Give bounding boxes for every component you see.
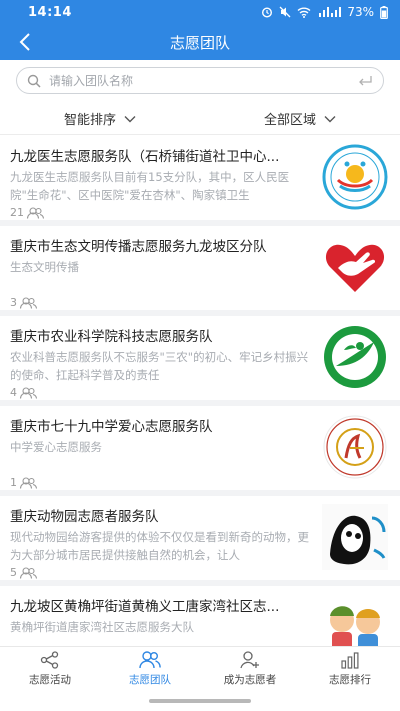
team-description: 黄桷坪街道唐家湾社区志愿服务大队 xyxy=(10,620,194,634)
agriculture-academy-logo xyxy=(324,326,386,388)
region-filter[interactable]: 全部区域 xyxy=(200,103,400,134)
team-list-item[interactable]: 重庆动物园志愿者服务队 现代动物园给游客提供的体验不仅仅是看到新奇的动物，更为大… xyxy=(0,496,400,586)
status-bar: 14:14 73% xyxy=(0,0,400,24)
member-count: 3 xyxy=(10,296,37,309)
tab-volunteer-teams[interactable]: 志愿团队 xyxy=(100,647,200,691)
member-count: 4 xyxy=(10,386,37,399)
tab-label: 志愿活动 xyxy=(29,674,71,686)
signal-icon xyxy=(319,7,342,17)
team-name: 九龙医生志愿服务队（石桥铺街道社卫中心... xyxy=(10,149,280,165)
members-icon xyxy=(19,476,37,489)
school-79-logo xyxy=(323,415,387,479)
team-list-item[interactable]: 重庆市农业科学院科技志愿服务队 农业科普志愿服务队不忘服务"三农"的初心、牢记乡… xyxy=(0,316,400,406)
team-name: 重庆市七十九中学爱心志愿服务队 xyxy=(10,419,213,435)
cartoon-kids-logo xyxy=(330,606,380,646)
back-arrow-icon xyxy=(19,33,30,51)
back-button[interactable] xyxy=(12,28,38,56)
tab-label: 志愿团队 xyxy=(129,674,171,686)
tab-volunteer-activities[interactable]: 志愿活动 xyxy=(0,647,100,691)
battery-text: 73% xyxy=(347,5,374,19)
team-list-item[interactable]: 重庆市生态文明传播志愿服务九龙坡区分队 生态文明传播 3 xyxy=(0,226,400,316)
team-description: 中学爱心志愿服务 xyxy=(10,440,102,454)
team-list-item[interactable]: 九龙医生志愿服务队（石桥铺街道社卫中心... 九龙医生志愿服务队目前有15支分队… xyxy=(0,136,400,226)
alarm-icon xyxy=(262,7,273,18)
community-health-logo xyxy=(322,144,388,210)
bottom-tab-bar: 志愿活动 志愿团队 成为志愿者 志愿排行 xyxy=(0,646,400,691)
team-list: 九龙医生志愿服务队（石桥铺街道社卫中心... 九龙医生志愿服务队目前有15支分队… xyxy=(0,136,400,646)
status-time: 14:14 xyxy=(28,4,72,20)
system-nav-bar xyxy=(0,691,400,711)
member-count-value: 5 xyxy=(10,566,17,579)
add-user-icon xyxy=(240,651,259,669)
tab-label: 志愿排行 xyxy=(329,674,371,686)
team-description: 现代动物园给游客提供的体验不仅仅是看到新奇的动物，更为大部分城市居民提供接触自然… xyxy=(10,530,309,562)
member-count: 1 xyxy=(10,476,37,489)
page-title: 志愿团队 xyxy=(169,33,230,52)
search-input[interactable]: 请输入团队名称 xyxy=(16,67,384,94)
status-icons: 73% xyxy=(261,5,388,19)
region-filter-label: 全部区域 xyxy=(263,113,316,128)
team-description: 生态文明传播 xyxy=(10,260,79,274)
search-icon xyxy=(27,74,41,88)
search-placeholder: 请输入团队名称 xyxy=(49,74,134,88)
member-count-value: 21 xyxy=(10,206,24,219)
home-gesture-handle[interactable] xyxy=(149,699,251,703)
tab-label: 成为志愿者 xyxy=(223,674,277,686)
team-name: 重庆市生态文明传播志愿服务九龙坡区分队 xyxy=(10,239,267,255)
members-icon xyxy=(26,206,44,219)
mute-icon xyxy=(279,6,291,18)
team-list-item[interactable]: 九龙坡区黄桷坪街道黄桷义工唐家湾社区志... 黄桷坪街道唐家湾社区志愿服务大队 xyxy=(0,586,400,646)
team-name: 重庆动物园志愿者服务队 xyxy=(10,509,159,525)
bar-chart-icon xyxy=(341,652,359,669)
team-list-item[interactable]: 重庆市七十九中学爱心志愿服务队 中学爱心志愿服务 1 xyxy=(0,406,400,496)
chevron-down-icon xyxy=(324,115,336,122)
battery-icon xyxy=(380,5,388,19)
members-icon xyxy=(19,296,37,309)
sort-filter[interactable]: 智能排序 xyxy=(0,103,200,134)
member-count-value: 1 xyxy=(10,476,17,489)
member-count: 5 xyxy=(10,566,37,579)
tab-volunteer-ranking[interactable]: 志愿排行 xyxy=(300,647,400,691)
wifi-icon xyxy=(297,7,311,18)
members-icon xyxy=(19,566,37,579)
filter-bar: 智能排序 全部区域 xyxy=(0,103,400,135)
team-icon xyxy=(139,651,161,669)
team-description: 九龙医生志愿服务队目前有15支分队，其中，区人民医院"生命花"、区中医院"爱在杏… xyxy=(10,170,290,202)
member-count-value: 3 xyxy=(10,296,17,309)
tab-become-volunteer[interactable]: 成为志愿者 xyxy=(200,647,300,691)
app-bar: 志愿团队 xyxy=(0,24,400,60)
team-name: 九龙坡区黄桷坪街道黄桷义工唐家湾社区志... xyxy=(10,599,280,615)
enter-key-icon[interactable] xyxy=(357,75,373,87)
team-name: 重庆市农业科学院科技志愿服务队 xyxy=(10,329,213,345)
members-icon xyxy=(19,386,37,399)
red-heart-hand-logo xyxy=(325,244,385,292)
member-count-value: 4 xyxy=(10,386,17,399)
panda-logo xyxy=(322,504,388,570)
member-count: 21 xyxy=(10,206,44,219)
share-icon xyxy=(40,651,59,669)
team-description: 农业科普志愿服务队不忘服务"三农"的初心、牢记乡村振兴的使命、扛起科学普及的责任 xyxy=(10,350,309,382)
sort-filter-label: 智能排序 xyxy=(63,113,116,128)
chevron-down-icon xyxy=(124,115,136,122)
